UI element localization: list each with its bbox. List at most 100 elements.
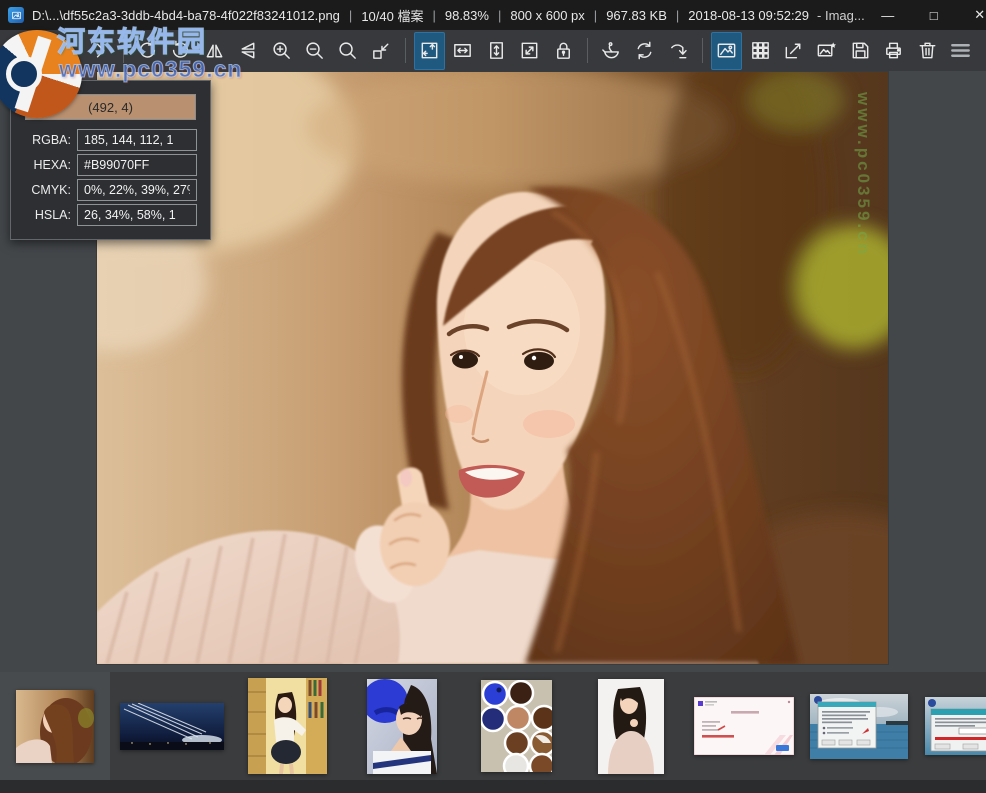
zoom-in-icon — [270, 39, 293, 62]
toolbar-separator — [405, 38, 406, 63]
file-size: 967.83 KB — [606, 8, 667, 23]
thumbnail-image-helmet-girl — [367, 679, 437, 774]
color-picker-panel[interactable]: (492, 4) RGBA: HEXA: CMYK: HSLA: — [10, 80, 211, 240]
hexa-value-field[interactable] — [77, 154, 197, 176]
zoom-to-fit-icon — [518, 39, 541, 62]
toolbar — [0, 30, 986, 71]
rotate-right-button[interactable] — [165, 32, 196, 70]
next-button[interactable] — [83, 32, 114, 70]
toolbar-separator — [587, 38, 588, 63]
color-row-hsla: HSLA: — [24, 204, 197, 226]
thumbnail-image-portrait — [16, 690, 94, 763]
fullscreen-button[interactable] — [778, 32, 809, 70]
app-window: { "titlebar": { "file_path": "D:\\...\\d… — [0, 0, 986, 793]
thumbnail-panel-button[interactable] — [711, 32, 742, 70]
thumbnail-scrollbar-track[interactable] — [0, 780, 986, 793]
scale-to-width-button[interactable] — [447, 32, 478, 70]
thumbnail-grid-button[interactable] — [744, 32, 775, 70]
window-controls: — □ ✕ — [865, 0, 986, 30]
thumbnail[interactable] — [694, 697, 794, 755]
rgba-label: RGBA: — [24, 133, 77, 147]
next-icon — [88, 39, 111, 62]
thumbnail[interactable] — [120, 703, 224, 750]
thumbnail-bar[interactable] — [0, 672, 986, 780]
zoom-out-button[interactable] — [299, 32, 330, 70]
actual-size-icon — [336, 39, 359, 62]
actual-size-button[interactable] — [332, 32, 363, 70]
image-dimensions: 800 x 600 px — [510, 8, 584, 23]
title-separator: | — [349, 8, 352, 23]
minimize-button[interactable]: — — [865, 0, 911, 30]
edit-button[interactable] — [596, 32, 627, 70]
rotate-right-icon — [169, 39, 192, 62]
thumbnail-image-library — [248, 678, 327, 774]
auto-zoom-icon — [418, 39, 441, 62]
thumbnail-grid-icon — [749, 39, 772, 62]
auto-zoom-button[interactable] — [414, 32, 445, 70]
print-button[interactable] — [878, 32, 909, 70]
lock-zoom-button[interactable] — [547, 32, 578, 70]
trash-icon — [916, 39, 939, 62]
flip-vertical-button[interactable] — [232, 32, 263, 70]
titlebar[interactable]: D:\...\df55c2a3-3ddb-4bd4-ba78-4f022f832… — [0, 0, 986, 30]
modified-date: 2018-08-13 09:52:29 — [688, 8, 809, 23]
hsla-value-field[interactable] — [77, 204, 197, 226]
thumbnail-image-sweater-girl — [598, 679, 664, 774]
thumbnail-image-ocean-dialog-2 — [925, 697, 986, 755]
color-row-cmyk: CMYK: — [24, 179, 197, 201]
scale-to-width-icon — [451, 39, 474, 62]
title-separator: | — [594, 8, 597, 23]
thumbnail-panel-icon — [715, 39, 738, 62]
refresh-icon — [633, 39, 656, 62]
color-swatch: (492, 4) — [25, 94, 196, 120]
title-separator: | — [432, 8, 435, 23]
edit-icon — [600, 39, 623, 62]
maximize-button[interactable]: □ — [911, 0, 957, 30]
thumbnail[interactable] — [598, 679, 664, 774]
thumbnail-image-pink-screenshot — [694, 697, 794, 755]
thumbnail-selected[interactable] — [0, 672, 110, 780]
refresh-button[interactable] — [629, 32, 660, 70]
pixel-coordinate: (492, 4) — [88, 100, 133, 115]
scale-to-fit-icon — [370, 39, 393, 62]
main-menu-button[interactable] — [945, 32, 976, 70]
fullscreen-icon — [782, 39, 805, 62]
scale-to-height-button[interactable] — [481, 32, 512, 70]
rgba-value-field[interactable] — [77, 129, 197, 151]
color-row-rgba: RGBA: — [24, 129, 197, 151]
save-button[interactable] — [845, 32, 876, 70]
thumbnail[interactable] — [925, 697, 986, 755]
cmyk-value-field[interactable] — [77, 179, 197, 201]
reload-button[interactable] — [663, 32, 694, 70]
main-image[interactable]: www.pc0359.cn — [97, 72, 888, 664]
close-button[interactable]: ✕ — [957, 0, 986, 30]
flip-vertical-icon — [236, 39, 259, 62]
hexa-label: HEXA: — [24, 158, 77, 172]
hamburger-menu-icon — [949, 39, 972, 62]
thumbnail[interactable] — [248, 678, 327, 774]
previous-button[interactable] — [50, 32, 81, 70]
lock-icon — [552, 39, 575, 62]
toolbar-separator — [123, 38, 124, 63]
zoom-in-button[interactable] — [265, 32, 296, 70]
save-icon — [849, 39, 872, 62]
toolbar-separator — [702, 38, 703, 63]
rotate-left-button[interactable] — [132, 32, 163, 70]
flip-horizontal-button[interactable] — [199, 32, 230, 70]
thumbnail[interactable] — [810, 694, 908, 759]
color-row-hexa: HEXA: — [24, 154, 197, 176]
hsla-label: HSLA: — [24, 208, 77, 222]
title-separator: | — [676, 8, 679, 23]
thumbnail[interactable] — [481, 680, 552, 772]
zoom-to-fit-button[interactable] — [514, 32, 545, 70]
delete-button[interactable] — [911, 32, 942, 70]
title-separator: | — [498, 8, 501, 23]
zoom-out-icon — [303, 39, 326, 62]
app-name: - Imag... — [817, 8, 865, 23]
reload-icon — [667, 39, 690, 62]
portrait-photo — [97, 72, 888, 664]
slideshow-button[interactable] — [811, 32, 842, 70]
print-icon — [882, 39, 905, 62]
scale-to-fit-button[interactable] — [366, 32, 397, 70]
thumbnail[interactable] — [367, 679, 437, 774]
